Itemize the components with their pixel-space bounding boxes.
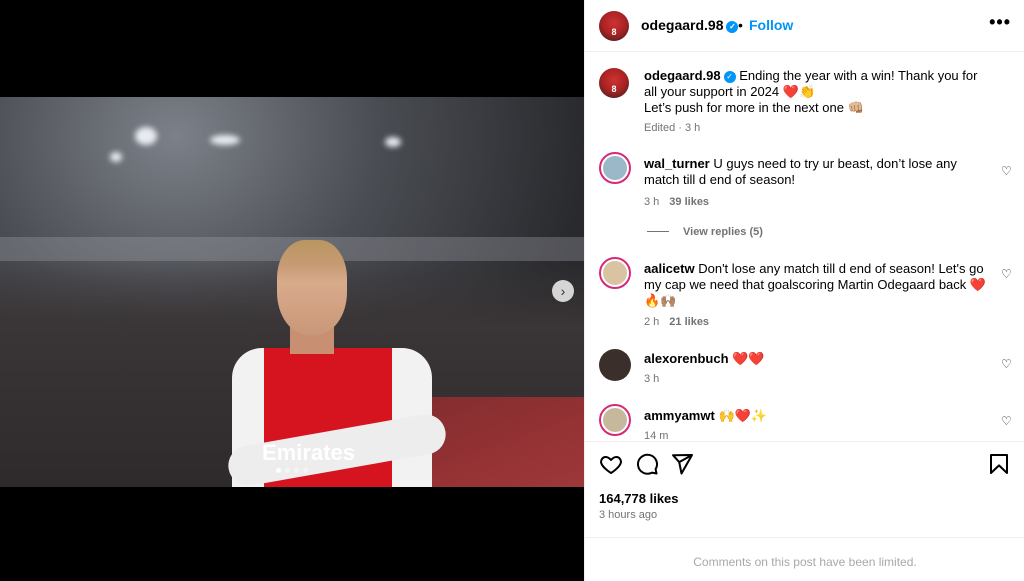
details-pane: 8 odegaard.98 ✓ • Follow ••• 8 odegaard.9… xyxy=(584,0,1024,581)
avatar-number: 8 xyxy=(611,27,617,37)
carousel-dot xyxy=(303,468,308,473)
like-comment-heart-icon[interactable]: ♡ xyxy=(1001,358,1013,370)
avatar-number: 8 xyxy=(611,84,617,94)
post-time[interactable]: 3 hours ago xyxy=(599,509,657,521)
comment-time: 3 h xyxy=(644,196,660,208)
photo-light xyxy=(210,135,240,145)
comment-meta: 3 h 39 likes xyxy=(644,196,709,208)
carousel-dot xyxy=(276,468,281,473)
actions-bar: 164,778 likes 3 hours ago xyxy=(585,441,1024,537)
caption-meta: Edited · 3 h xyxy=(644,122,701,134)
post-header: 8 odegaard.98 ✓ • Follow ••• xyxy=(585,0,1024,52)
comment-time: 3 h xyxy=(644,373,660,385)
share-paper-plane-icon[interactable] xyxy=(670,452,694,476)
comment-text: wal_turner U guys need to try ur beast, … xyxy=(644,156,989,188)
comment-username[interactable]: wal_turner xyxy=(644,156,710,171)
comment-meta: 2 h 21 likes xyxy=(644,316,709,328)
comment-body: ❤️❤️ xyxy=(732,351,765,366)
photo-player: Emirates xyxy=(222,240,454,487)
comment-avatar[interactable] xyxy=(599,152,631,184)
like-comment-heart-icon[interactable]: ♡ xyxy=(1001,415,1013,427)
author-username[interactable]: odegaard.98 ✓ xyxy=(641,17,739,33)
caption-body-2: Let’s push for more in the next one 👊🏼 xyxy=(644,100,864,115)
author-avatar[interactable]: 8 xyxy=(599,11,629,41)
comment-text: aalicetw Don't lose any match till d end… xyxy=(644,261,989,309)
header-separator: • xyxy=(738,17,743,33)
comment-bubble-icon[interactable] xyxy=(635,452,659,476)
author-username-text[interactable]: odegaard.98 xyxy=(641,17,723,33)
view-replies-label[interactable]: View replies (5) xyxy=(683,226,763,238)
post-modal: Emirates › 8 odegaard.98✓ • Follow ••• xyxy=(0,0,1024,581)
photo-light xyxy=(385,137,401,147)
comment-meta: 14 m xyxy=(644,430,668,441)
carousel-dot xyxy=(285,468,290,473)
caption-avatar[interactable]: 8 xyxy=(599,68,629,98)
comment-text: ammyamwt 🙌❤️✨ xyxy=(644,408,989,424)
replies-line xyxy=(647,231,669,232)
player-head xyxy=(277,240,347,335)
likes-count[interactable]: 164,778 likes xyxy=(599,491,679,506)
comments-limited-notice: Comments on this post have been limited. xyxy=(585,537,1024,581)
comment-avatar[interactable] xyxy=(599,257,631,289)
carousel-dots xyxy=(276,468,308,473)
comment-body: 🙌❤️✨ xyxy=(718,408,767,423)
follow-button[interactable]: Follow xyxy=(749,17,793,33)
caption-text: odegaard.98 ✓ Ending the year with a win!… xyxy=(644,68,989,116)
comment-time: 14 m xyxy=(644,430,669,441)
like-comment-heart-icon[interactable]: ♡ xyxy=(1001,165,1013,177)
comment-text: alexorenbuch ❤️❤️ xyxy=(644,351,989,367)
verified-icon: ✓ xyxy=(723,71,736,83)
like-heart-icon[interactable] xyxy=(599,452,623,476)
view-replies-button[interactable]: View replies (5) xyxy=(647,226,763,238)
avatar-image xyxy=(603,408,627,432)
more-options-icon[interactable]: ••• xyxy=(989,12,1011,33)
comment-body: Don't lose any match till d end of seaso… xyxy=(644,261,987,308)
photo-light xyxy=(135,127,157,145)
verified-icon: ✓ xyxy=(726,21,739,33)
next-image-button[interactable]: › xyxy=(552,280,574,302)
comment-avatar[interactable] xyxy=(599,404,631,436)
caption-username[interactable]: odegaard.98 xyxy=(644,68,721,83)
comment-username[interactable]: alexorenbuch xyxy=(644,351,729,366)
post-photo[interactable]: Emirates xyxy=(0,97,584,487)
avatar-image xyxy=(603,261,627,285)
comments-list[interactable]: 8 odegaard.98 ✓ Ending the year with a wi… xyxy=(585,53,1024,441)
comment-avatar[interactable] xyxy=(599,349,631,381)
like-comment-heart-icon[interactable]: ♡ xyxy=(1001,268,1013,280)
comment-meta: 3 h xyxy=(644,373,659,385)
shirt-sponsor: Emirates xyxy=(262,440,355,465)
avatar-image xyxy=(603,156,627,180)
photo-light xyxy=(110,152,122,162)
chevron-right-icon: › xyxy=(560,283,566,299)
comment-username[interactable]: ammyamwt xyxy=(644,408,715,423)
carousel-dot xyxy=(294,468,299,473)
comment-username[interactable]: aalicetw xyxy=(644,261,695,276)
comment-likes[interactable]: 39 likes xyxy=(669,196,709,208)
media-pane: Emirates › xyxy=(0,0,584,581)
comment-likes[interactable]: 21 likes xyxy=(669,316,709,328)
bookmark-icon[interactable] xyxy=(987,452,1011,476)
comment-time: 2 h xyxy=(644,316,660,328)
